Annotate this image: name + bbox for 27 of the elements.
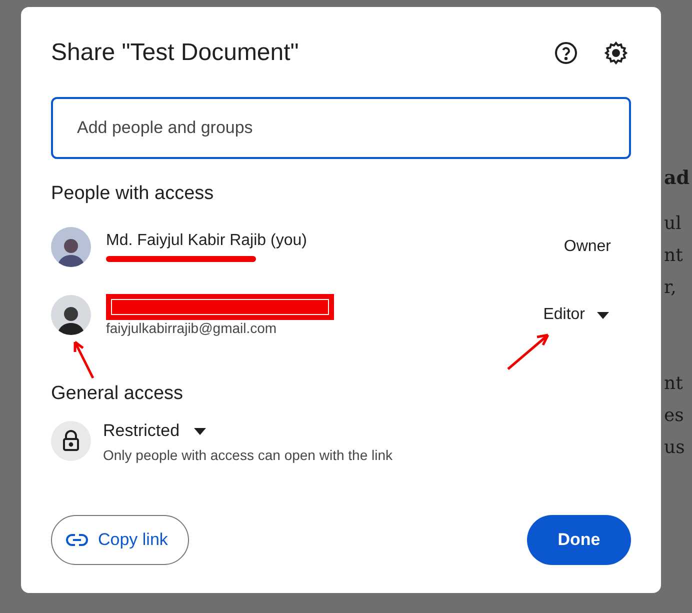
- document-text: es: [664, 404, 685, 428]
- annotation-arrow: [71, 338, 95, 380]
- access-dropdown[interactable]: Restricted: [103, 421, 206, 441]
- document-text: nt: [664, 372, 684, 396]
- document-text: nt: [664, 244, 684, 268]
- dialog-title: Share "Test Document": [51, 39, 300, 67]
- person-name: Md. Faiyjul Kabir Rajib (you): [106, 232, 308, 250]
- add-people-field[interactable]: Add people and groups: [51, 97, 631, 159]
- annotation-arrow: [506, 331, 552, 371]
- section-heading: General access: [51, 383, 184, 405]
- copy-link-button[interactable]: Copy link: [51, 515, 189, 565]
- document-text: ul: [664, 212, 682, 236]
- link-icon: [66, 534, 88, 546]
- done-button[interactable]: Done: [527, 515, 631, 565]
- role-label: Owner: [564, 238, 611, 256]
- caret-icon: [597, 312, 609, 318]
- document-text: r,: [664, 276, 678, 300]
- avatar: [51, 295, 91, 335]
- section-heading: People with access: [51, 183, 215, 205]
- lock-icon: [51, 421, 91, 461]
- caret-icon: [194, 428, 206, 434]
- access-description: Only people with access can open with the link: [103, 447, 394, 463]
- role-dropdown[interactable]: Editor: [543, 306, 609, 324]
- document-heading: ad: [664, 166, 691, 191]
- person-email: faiyjulkabirrajib@gmail.com: [106, 320, 278, 336]
- avatar: [51, 227, 91, 267]
- document-text: us: [664, 436, 686, 460]
